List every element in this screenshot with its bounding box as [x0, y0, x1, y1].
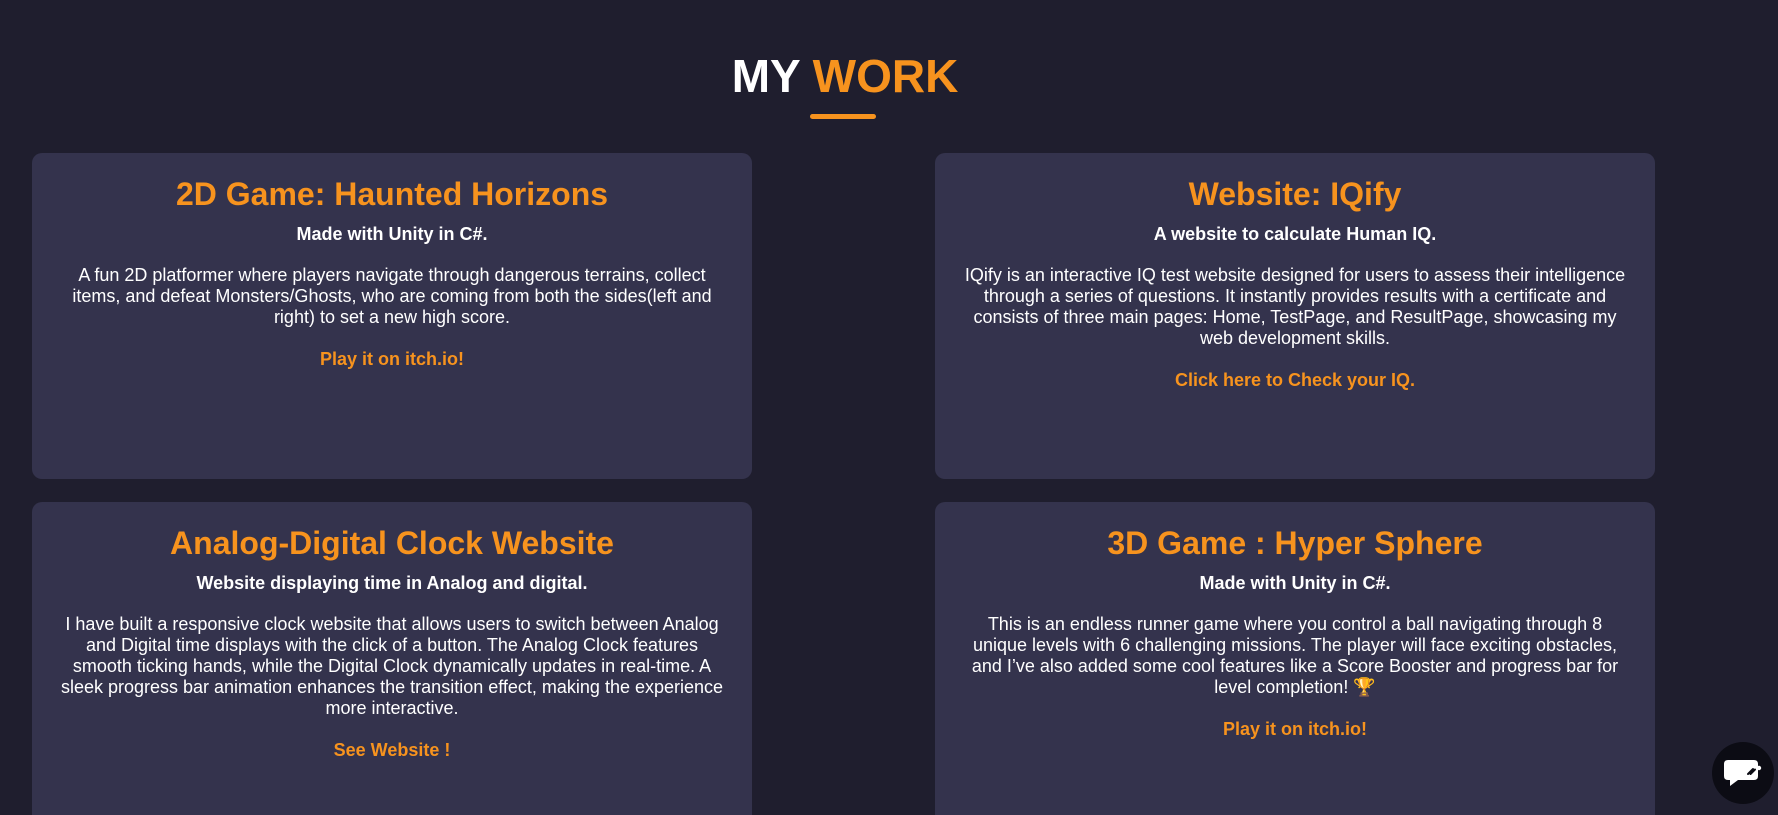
project-link[interactable]: Play it on itch.io!	[1223, 718, 1367, 740]
project-subtitle: Made with Unity in C#.	[296, 224, 488, 244]
section-title-accent: WORK	[812, 50, 959, 102]
project-card-analog-digital-clock: Analog-Digital Clock Website Website dis…	[32, 502, 752, 815]
title-underline	[810, 114, 876, 119]
project-title: 3D Game : Hyper Sphere	[1107, 525, 1483, 561]
project-link[interactable]: See Website !	[334, 739, 451, 761]
project-link[interactable]: Play it on itch.io!	[320, 348, 464, 370]
project-title: 2D Game: Haunted Horizons	[175, 176, 609, 212]
project-title: Website: IQify	[1188, 176, 1402, 212]
project-title: Analog-Digital Clock Website	[170, 525, 614, 561]
project-subtitle: Made with Unity in C#.	[1199, 573, 1391, 593]
chat-button[interactable]	[1712, 742, 1774, 804]
project-card-iqify: Website: IQify A website to calculate Hu…	[935, 153, 1655, 479]
chat-bubble-icon	[1724, 760, 1762, 786]
project-subtitle: A website to calculate Human IQ.	[1153, 224, 1437, 244]
project-description: IQify is an interactive IQ test website …	[964, 265, 1626, 348]
project-description: This is an endless runner game where you…	[971, 614, 1619, 697]
project-link[interactable]: Click here to Check your IQ.	[1175, 369, 1415, 391]
project-card-hyper-sphere: 3D Game : Hyper Sphere Made with Unity i…	[935, 502, 1655, 815]
project-card-haunted-horizons: 2D Game: Haunted Horizons Made with Unit…	[32, 153, 752, 479]
section-title: MY WORK	[0, 50, 1690, 102]
project-description: A fun 2D platformer where players naviga…	[72, 265, 712, 327]
project-subtitle: Website displaying time in Analog and di…	[196, 573, 588, 593]
my-work-section: MY WORK 2D Game: Haunted Horizons Made w…	[0, 0, 1778, 815]
section-title-prefix: MY	[731, 50, 800, 102]
project-description: I have built a responsive clock website …	[60, 614, 724, 718]
